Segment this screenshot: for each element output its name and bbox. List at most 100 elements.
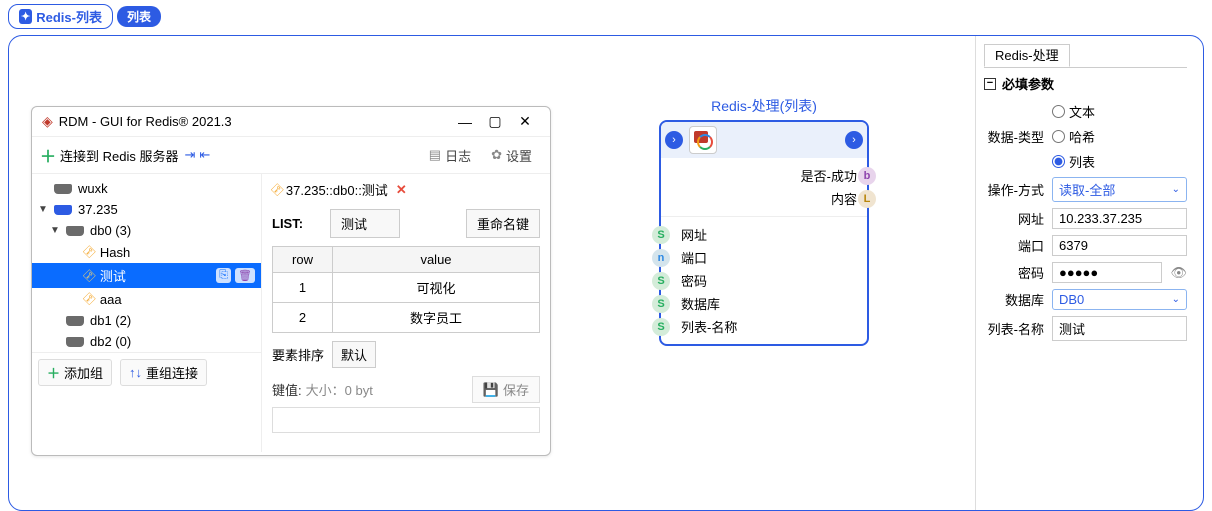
key-icon: ⚿ <box>80 266 98 284</box>
port-bool[interactable]: b <box>858 167 876 185</box>
chevron-down-icon: ⌄ <box>1172 294 1180 305</box>
port-string[interactable]: S <box>652 226 670 244</box>
save-button[interactable]: 💾 保存 <box>472 376 540 403</box>
rename-key-button[interactable]: 重命名键 <box>466 209 540 238</box>
list-data-table: row value 1 可视化 2 数字员工 <box>272 246 540 333</box>
table-row[interactable]: 1 可视化 <box>273 273 540 303</box>
delete-key-button[interactable]: ✕ <box>396 182 407 198</box>
input-label: 端口 <box>681 248 707 267</box>
log-icon: ▤ <box>429 147 441 163</box>
listname-input[interactable]: 测试 <box>1052 316 1187 341</box>
plus-icon: ＋ <box>47 363 60 382</box>
tree-key-hash[interactable]: ⚿ Hash <box>32 241 261 263</box>
op-select[interactable]: 读取-全部 ⌄ <box>1052 177 1187 202</box>
chevron-down-icon: ⌄ <box>1172 184 1180 195</box>
sort-label: 要素排序 <box>272 345 324 364</box>
tree-label: Hash <box>100 245 130 260</box>
toolbar-mini-icons: ⇥ ⇤ <box>184 147 210 163</box>
tree-key-aaa[interactable]: ⚿ aaa <box>32 288 261 310</box>
port-number[interactable]: n <box>652 249 670 267</box>
kv-label: 键值: <box>272 380 302 399</box>
password-input[interactable]: ●●●●● <box>1052 262 1162 283</box>
flow-node-redis[interactable]: Redis-处理(列表) › › 是否-成功b 内容L S网址 n端口 S密码 … <box>659 96 869 346</box>
connect-label: 连接到 Redis 服务器 <box>60 146 178 165</box>
tree-server-37235[interactable]: ▼ 37.235 <box>32 199 261 220</box>
import-icon[interactable]: ⇥ <box>184 147 195 163</box>
tree-db0[interactable]: ▼ db0 (3) <box>32 220 261 241</box>
value-editor[interactable] <box>272 407 540 433</box>
tab-redis-list[interactable]: ✦ Redis-列表 <box>8 4 113 29</box>
props-tab[interactable]: Redis-处理 <box>984 44 1070 67</box>
trash-icon[interactable]: 🗑 <box>235 268 255 283</box>
tree-label: 测试 <box>100 266 126 285</box>
minimize-button[interactable]: — <box>450 114 480 130</box>
input-label: 列表-名称 <box>681 317 737 336</box>
db-value: DB0 <box>1059 292 1084 307</box>
gear-icon: ✿ <box>491 147 502 163</box>
input-label: 网址 <box>681 225 707 244</box>
port-list[interactable]: L <box>858 190 876 208</box>
table-row[interactable]: 2 数字员工 <box>273 303 540 333</box>
prop-label-db: 数据库 <box>984 290 1044 309</box>
output-label: 是否-成功 <box>801 166 857 185</box>
cell-value: 可视化 <box>333 273 540 303</box>
tree-label: aaa <box>100 292 122 307</box>
add-group-button[interactable]: ＋ 添加组 <box>38 359 112 386</box>
tab-pill-list[interactable]: 列表 <box>117 6 161 27</box>
chevron-down-icon: ▼ <box>38 204 48 215</box>
settings-button[interactable]: ✿ 设置 <box>491 146 532 165</box>
port-input[interactable]: 6379 <box>1052 235 1187 256</box>
tree-db2[interactable]: db2 (0) <box>32 331 261 352</box>
save-icon: 💾 <box>483 382 499 398</box>
close-button[interactable]: ✕ <box>510 113 540 130</box>
tree-label: wuxk <box>78 181 108 196</box>
input-label: 密码 <box>681 271 707 290</box>
port-string[interactable]: S <box>652 318 670 336</box>
eye-icon[interactable]: 👁 <box>1170 265 1187 281</box>
maximize-button[interactable]: ▢ <box>480 113 510 130</box>
db-select[interactable]: DB0 ⌄ <box>1052 289 1187 310</box>
key-detail-panel: ⚿ 37.235::db0::测试 ✕ LIST: 测试 重命名键 row va… <box>262 174 550 452</box>
port-string[interactable]: S <box>652 272 670 290</box>
log-button[interactable]: ▤ 日志 <box>429 146 471 165</box>
cell-row: 1 <box>273 273 333 303</box>
collapse-icon: − <box>984 78 996 90</box>
input-label: 数据库 <box>681 294 720 313</box>
input-flow-port[interactable]: › <box>665 131 683 149</box>
url-input[interactable]: 10.233.37.235 <box>1052 208 1187 229</box>
workspace-canvas: ◈ RDM - GUI for Redis® 2021.3 — ▢ ✕ ＋ 连接… <box>8 35 1204 511</box>
radio-hash[interactable]: 哈希 <box>1052 127 1095 146</box>
prop-label-listname: 列表-名称 <box>984 319 1044 338</box>
properties-panel: Redis-处理 − 必填参数 文本 数据-类型 哈希 列表 操作-方式 读取-… <box>975 36 1195 510</box>
output-label: 内容 <box>831 189 857 208</box>
connect-button[interactable]: ＋ 连接到 Redis 服务器 <box>40 143 178 167</box>
add-group-label: 添加组 <box>64 363 103 382</box>
regroup-button[interactable]: ↑↓ 重组连接 <box>120 359 207 386</box>
output-flow-port[interactable]: › <box>845 131 863 149</box>
port-string[interactable]: S <box>652 295 670 313</box>
person-icon: ✦ <box>19 9 32 24</box>
cell-row: 2 <box>273 303 333 333</box>
export-icon[interactable]: ⇤ <box>199 147 210 163</box>
radio-text[interactable]: 文本 <box>1052 102 1095 121</box>
prop-label-op: 操作-方式 <box>984 180 1044 199</box>
section-label: 必填参数 <box>1002 74 1054 93</box>
key-icon: ⚿ <box>80 243 98 261</box>
key-name-input[interactable]: 测试 <box>330 209 400 238</box>
regroup-label: 重组连接 <box>146 363 198 382</box>
props-tab-bar: Redis-处理 <box>984 40 1187 68</box>
col-row: row <box>273 247 333 273</box>
radio-list[interactable]: 列表 <box>1052 152 1095 171</box>
key-icon: ⚿ <box>80 290 98 308</box>
tree-db1[interactable]: db1 (2) <box>32 310 261 331</box>
props-section-header[interactable]: − 必填参数 <box>984 68 1187 99</box>
list-type-label: LIST: <box>272 216 322 231</box>
tree-label: db0 (3) <box>90 223 131 238</box>
tree-key-test[interactable]: ⚿ 测试 ⎘ 🗑 <box>32 263 261 288</box>
rdm-toolbar: ＋ 连接到 Redis 服务器 ⇥ ⇤ ▤ 日志 ✿ 设置 <box>32 137 550 174</box>
tree-server-wuxk[interactable]: wuxk <box>32 178 261 199</box>
copy-icon[interactable]: ⎘ <box>216 268 231 283</box>
rdm-titlebar: ◈ RDM - GUI for Redis® 2021.3 — ▢ ✕ <box>32 107 550 137</box>
op-value: 读取-全部 <box>1059 180 1115 199</box>
sort-select[interactable]: 默认 <box>332 341 376 368</box>
